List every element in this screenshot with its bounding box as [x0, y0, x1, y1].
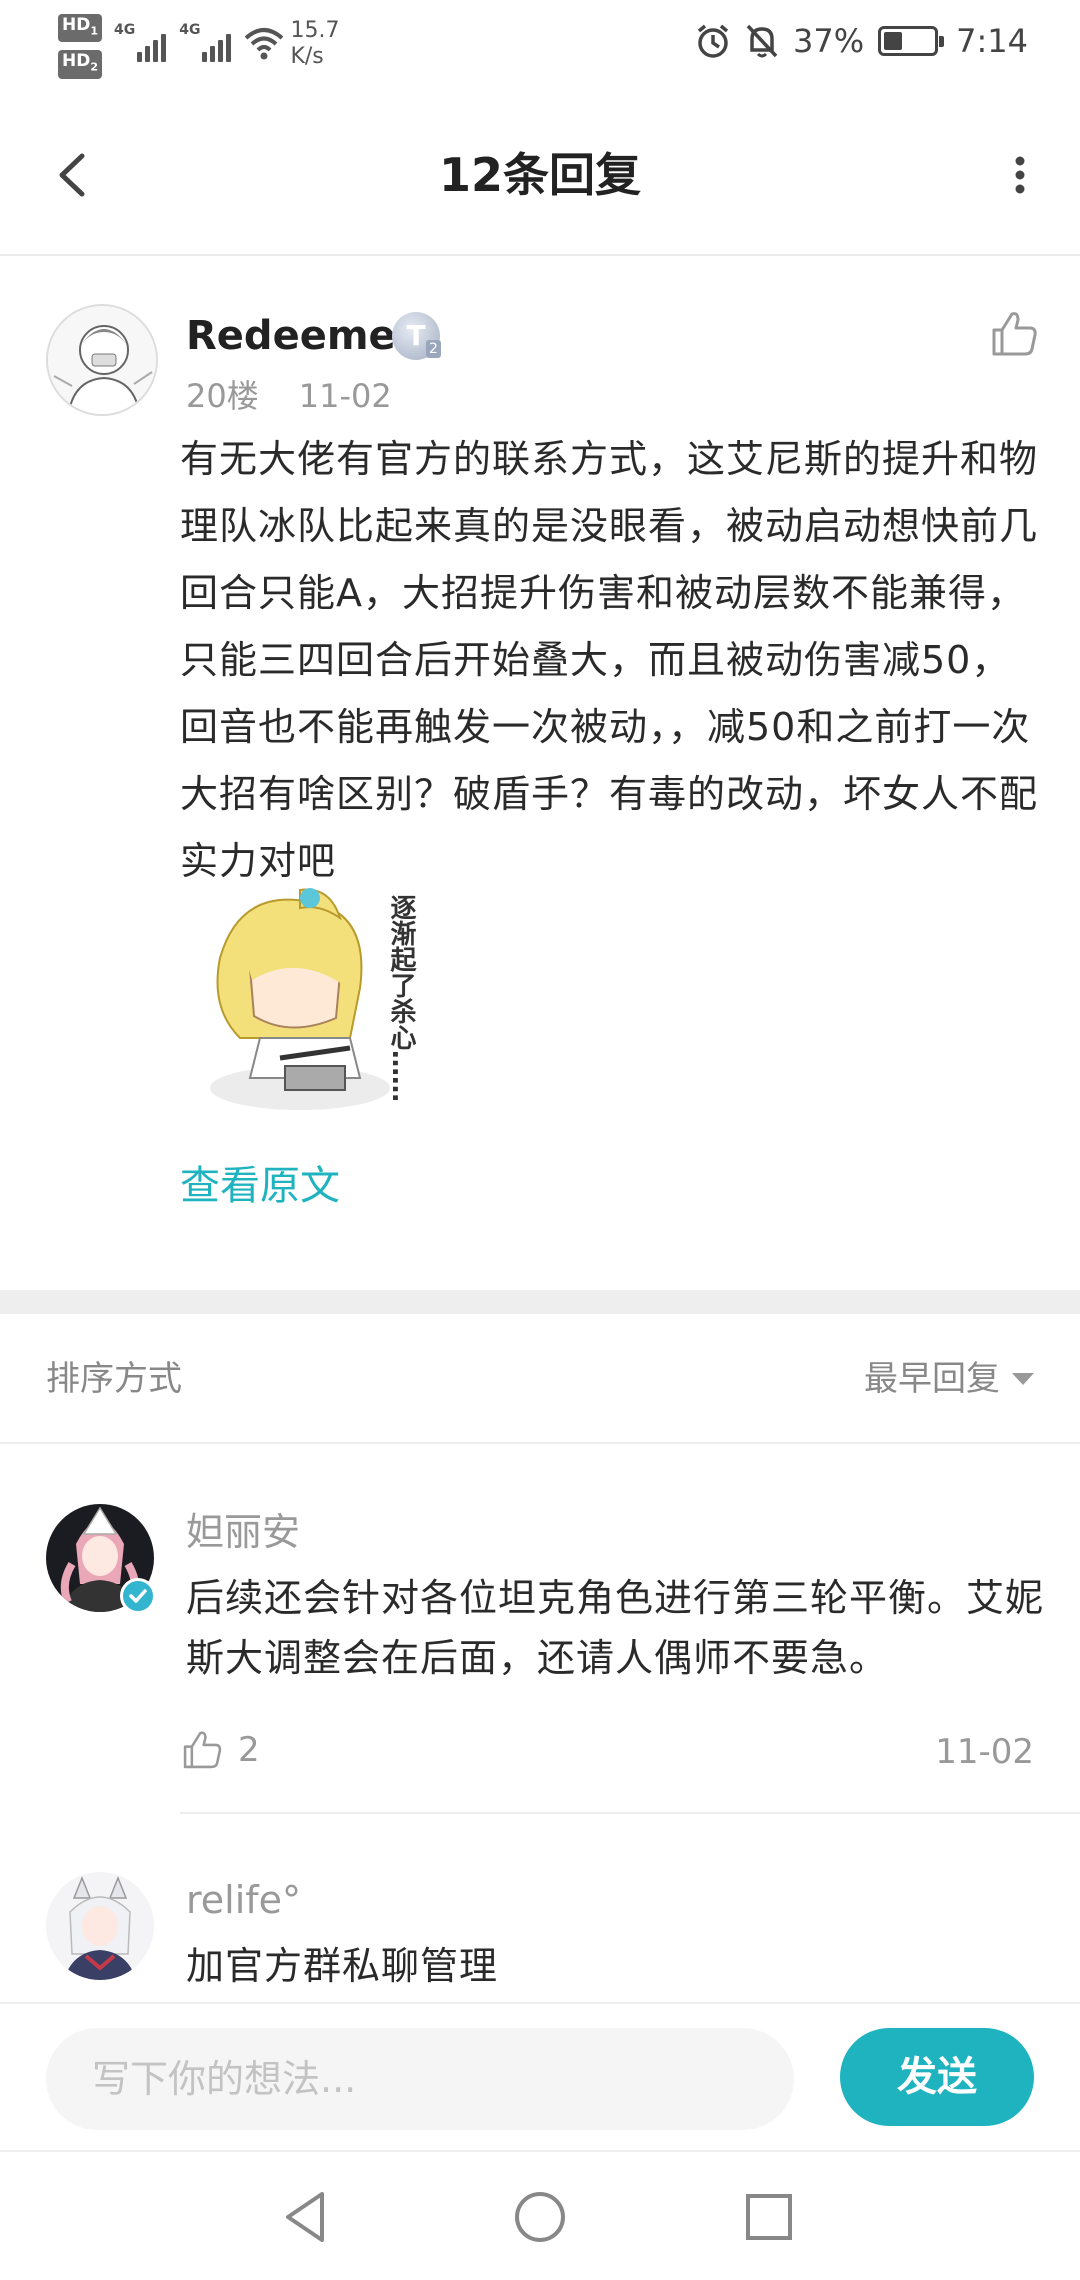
- sticker-image: 逐渐起了杀心……: [200, 888, 440, 1118]
- reply-text: 加官方群私聊管理: [186, 1944, 499, 1988]
- battery-icon: [878, 26, 945, 56]
- speed-unit: K/s: [290, 44, 324, 69]
- signal-icon-2: 4G: [179, 14, 234, 62]
- sort-selected-value: 最早回复: [864, 1359, 1000, 1399]
- thumbs-up-icon: [992, 312, 1037, 356]
- main-post: Redeemer T 2 20楼 11-02 有无大佬有官方的联系方式，这艾尼斯的…: [0, 258, 1080, 1288]
- post-date: 11-02: [298, 377, 392, 415]
- network-speed: 15.7 K/s: [290, 18, 339, 70]
- post-meta: 20楼 11-02: [186, 374, 392, 418]
- reply-author-name[interactable]: relife°: [186, 1874, 301, 1926]
- status-bar: HD1 HD2 4G 4G 15.7 K/s 37% 7:14: [0, 0, 1080, 96]
- wifi-icon: [245, 28, 284, 60]
- network-type-2: 4G: [179, 22, 201, 38]
- sticker-caption: 逐渐起了杀心……: [386, 894, 416, 1102]
- comment-bar: 发送: [0, 2002, 1080, 2150]
- avatar[interactable]: [46, 304, 158, 416]
- hd-indicator-2: HD2: [58, 50, 102, 79]
- avatar-image: [48, 306, 156, 414]
- status-left: HD1 HD2 4G 4G 15.7 K/s: [58, 14, 339, 79]
- hd-indicators: HD1 HD2: [58, 14, 102, 79]
- system-nav-bar: [0, 2150, 1080, 2280]
- nav-home-circle-icon: [515, 2192, 565, 2242]
- top-app-bar: 12条回复: [0, 110, 1080, 256]
- clock-time: 7:14: [956, 22, 1028, 60]
- hd-indicator-1: HD1: [58, 14, 102, 43]
- status-right: 37% 7:14: [695, 22, 1028, 60]
- nav-back-button[interactable]: [272, 2182, 342, 2252]
- avatar[interactable]: [46, 1872, 154, 1980]
- caret-down-icon: [1012, 1373, 1034, 1385]
- nav-recents-button[interactable]: [734, 2182, 804, 2252]
- mute-bell-icon: [746, 24, 778, 58]
- check-icon: [129, 1589, 147, 1603]
- reply-like-button[interactable]: 2: [180, 1728, 260, 1772]
- nav-recents-square-icon: [746, 2194, 792, 2240]
- reply-like-count: 2: [238, 1730, 260, 1770]
- avatar-image: [46, 1872, 154, 1980]
- verified-badge-icon: [120, 1578, 156, 1614]
- reply-item: 妲丽安 后续还会针对各位坦克角色进行第三轮平衡。艾妮斯大调整会在后面，还请人偶师…: [0, 1446, 1080, 1814]
- signal-icon-1: 4G: [114, 14, 169, 62]
- speed-value: 15.7: [290, 18, 340, 43]
- page-title: 12条回复: [438, 148, 641, 202]
- reply-date: 11-02: [935, 1732, 1034, 1772]
- reply-item: relife° 加官方群私聊管理: [0, 1814, 1080, 2004]
- alarm-icon: [697, 24, 729, 58]
- comment-input[interactable]: [46, 2028, 794, 2130]
- send-button[interactable]: 发送: [840, 2028, 1034, 2126]
- nav-back-triangle-icon: [286, 2192, 324, 2242]
- section-divider: [0, 1290, 1080, 1314]
- author-name[interactable]: Redeemer: [186, 308, 415, 364]
- floor-number: 20楼: [186, 377, 259, 415]
- post-body: 有无大佬有官方的联系方式，这艾尼斯的提升和物理队冰队比起来真的是没眼看，被动启动…: [180, 437, 1039, 883]
- thumbs-up-icon: [183, 1731, 222, 1769]
- sort-bar: 排序方式 最早回复: [0, 1314, 1080, 1444]
- reply-author-name[interactable]: 妲丽安: [186, 1506, 300, 1558]
- level-badge-sub: 2: [426, 340, 441, 358]
- more-options-button[interactable]: [990, 140, 1050, 210]
- sort-dropdown[interactable]: 最早回复: [864, 1354, 1034, 1404]
- reply-text: 后续还会针对各位坦克角色进行第三轮平衡。艾妮斯大调整会在后面，还请人偶师不要急。: [186, 1576, 1045, 1680]
- like-button[interactable]: [988, 308, 1040, 360]
- view-original-link[interactable]: 查看原文: [180, 1158, 340, 1214]
- nav-home-button[interactable]: [505, 2182, 575, 2252]
- battery-percent: 37%: [793, 22, 865, 60]
- network-type-1: 4G: [114, 22, 136, 38]
- sort-label: 排序方式: [46, 1359, 182, 1399]
- more-vertical-icon: [1015, 156, 1025, 194]
